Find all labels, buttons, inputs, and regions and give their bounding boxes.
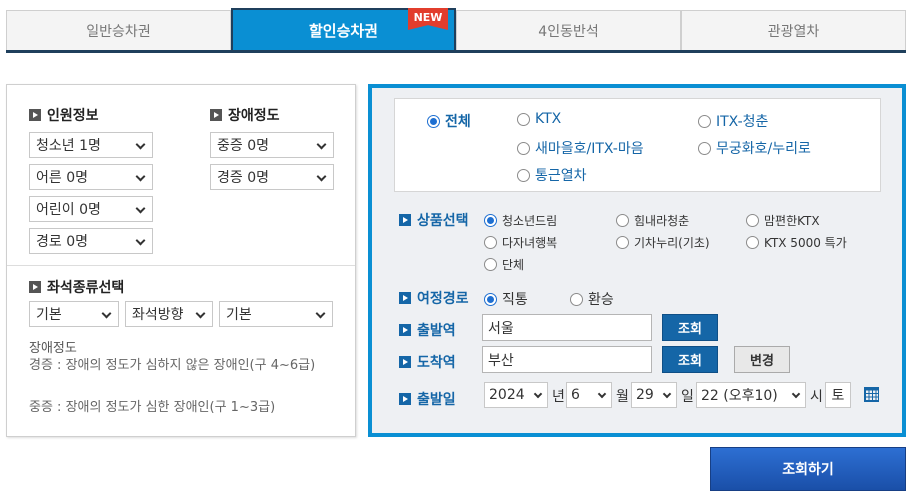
radio-selected-icon — [484, 214, 497, 227]
chevron-down-icon — [135, 171, 146, 182]
tab-four-seat[interactable]: 4인동반석 — [456, 10, 681, 50]
severe-count-select[interactable]: 중증 0명 — [210, 132, 334, 158]
chevron-down-icon — [135, 139, 146, 150]
year-select[interactable]: 2024 — [484, 382, 548, 408]
arrive-label: 도착역 — [399, 352, 456, 372]
chevron-down-icon — [597, 389, 607, 399]
train-commuter-radio[interactable]: 통근열차 — [517, 165, 587, 185]
year-unit: 년 — [552, 389, 565, 405]
radio-icon — [698, 141, 711, 155]
product-group-radio[interactable]: 단체 — [484, 256, 524, 273]
mild-desc: 경증 : 장애의 정도가 심하지 않은 장애인(구 4~6급) — [29, 358, 316, 373]
youth-count-select[interactable]: 청소년 1명 — [29, 132, 153, 158]
arrow-bullet-icon — [399, 292, 411, 304]
depart-station-input[interactable]: 서울 — [482, 314, 652, 341]
seat-position-select[interactable]: 기본 — [219, 301, 333, 327]
chevron-down-icon — [316, 139, 327, 150]
arrow-bullet-icon — [399, 214, 411, 226]
route-transfer-radio[interactable]: 환승 — [570, 289, 614, 309]
seat-direction-select[interactable]: 좌석방향 — [125, 301, 213, 327]
product-ktx5000-radio[interactable]: KTX 5000 특가 — [746, 234, 847, 251]
arrow-bullet-icon — [210, 109, 222, 121]
month-select[interactable]: 6 — [566, 382, 612, 408]
depart-lookup-button[interactable]: 조회 — [662, 314, 718, 341]
radio-icon — [616, 236, 629, 249]
disability-title: 장애정도 — [210, 105, 280, 125]
senior-count-select[interactable]: 경로 0명 — [29, 228, 153, 254]
radio-icon — [517, 141, 530, 155]
product-label: 상품선택 — [399, 210, 469, 230]
chevron-down-icon — [135, 235, 146, 246]
radio-selected-icon — [484, 292, 497, 306]
day-select[interactable]: 29 — [631, 382, 677, 408]
swap-stations-button[interactable]: 변경 — [734, 346, 790, 373]
radio-icon — [746, 236, 759, 249]
train-itx-cheongchun-radio[interactable]: ITX-청춘 — [698, 111, 768, 131]
arrow-bullet-icon — [399, 393, 411, 405]
tab-regular[interactable]: 일반승차권 — [6, 10, 231, 50]
date-label: 출발일 — [399, 389, 456, 409]
depart-label: 출발역 — [399, 320, 456, 340]
chevron-down-icon — [791, 389, 801, 399]
weekday-display: 토 — [825, 382, 851, 408]
product-mom-ktx-radio[interactable]: 맘편한KTX — [746, 212, 820, 229]
product-cheer-youth-radio[interactable]: 힘내라청춘 — [616, 212, 689, 229]
day-unit: 일 — [681, 389, 694, 405]
train-all-radio[interactable]: 전체 — [427, 111, 471, 131]
disability-desc-title: 장애정도 — [29, 341, 77, 356]
chevron-down-icon — [195, 308, 206, 319]
chevron-down-icon — [135, 203, 146, 214]
arrive-station-input[interactable]: 부산 — [482, 346, 652, 373]
train-mugunghwa-radio[interactable]: 무궁화호/누리로 — [698, 138, 811, 158]
search-panel: 전체 KTX ITX-청춘 새마을호/ITX-마음 무궁화호/누리로 통근열차 … — [368, 84, 906, 437]
radio-icon — [484, 258, 497, 271]
month-unit: 월 — [616, 389, 629, 405]
route-direct-radio[interactable]: 직통 — [484, 289, 528, 309]
route-label: 여정경로 — [399, 288, 469, 308]
arrow-bullet-icon — [399, 356, 411, 368]
new-badge: NEW — [408, 8, 448, 30]
product-gichanuri-radio[interactable]: 기차누리(기초) — [616, 234, 710, 251]
arrow-bullet-icon — [399, 324, 411, 336]
seat-type-select[interactable]: 기본 — [29, 301, 119, 327]
ticket-tabs: 일반승차권 할인승차권 NEW 4인동반석 관광열차 — [6, 8, 906, 53]
tab-tour-train[interactable]: 관광열차 — [681, 10, 906, 50]
radio-icon — [698, 114, 711, 128]
radio-icon — [570, 292, 583, 306]
train-saemaeul-radio[interactable]: 새마을호/ITX-마음 — [517, 138, 644, 158]
chevron-down-icon — [662, 389, 672, 399]
chevron-down-icon — [533, 389, 543, 399]
radio-icon — [517, 112, 530, 126]
hour-select[interactable]: 22 (오후10) — [696, 382, 806, 408]
arrow-bullet-icon — [29, 281, 41, 293]
product-multi-child-radio[interactable]: 다자녀행복 — [484, 234, 557, 251]
train-ktx-radio[interactable]: KTX — [517, 111, 561, 127]
product-youth-radio[interactable]: 청소년드림 — [484, 212, 557, 229]
tab-discount[interactable]: 할인승차권 NEW — [231, 8, 456, 50]
radio-selected-icon — [427, 114, 440, 128]
arrive-lookup-button[interactable]: 조회 — [662, 346, 718, 373]
radio-icon — [616, 214, 629, 227]
radio-icon — [484, 236, 497, 249]
adult-count-select[interactable]: 어른 0명 — [29, 164, 153, 190]
seat-type-title: 좌석종류선택 — [29, 277, 124, 297]
chevron-down-icon — [315, 308, 326, 319]
mild-count-select[interactable]: 경증 0명 — [210, 164, 334, 190]
chevron-down-icon — [316, 171, 327, 182]
chevron-down-icon — [101, 308, 112, 319]
child-count-select[interactable]: 어린이 0명 — [29, 196, 153, 222]
severe-desc: 중증 : 장애의 정도가 심한 장애인(구 1~3급) — [29, 400, 276, 415]
passenger-panel: 인원정보 장애정도 청소년 1명 어른 0명 어린이 0명 경로 0명 중증 0… — [6, 84, 356, 437]
arrow-bullet-icon — [29, 109, 41, 121]
radio-icon — [517, 168, 530, 182]
hour-unit: 시 — [810, 389, 823, 405]
passenger-title: 인원정보 — [29, 105, 99, 125]
divider — [7, 265, 355, 266]
train-type-box: 전체 KTX ITX-청춘 새마을호/ITX-마음 무궁화호/누리로 통근열차 — [394, 98, 881, 192]
search-button[interactable]: 조회하기 — [710, 447, 906, 491]
calendar-icon[interactable] — [864, 387, 879, 402]
radio-icon — [746, 214, 759, 227]
